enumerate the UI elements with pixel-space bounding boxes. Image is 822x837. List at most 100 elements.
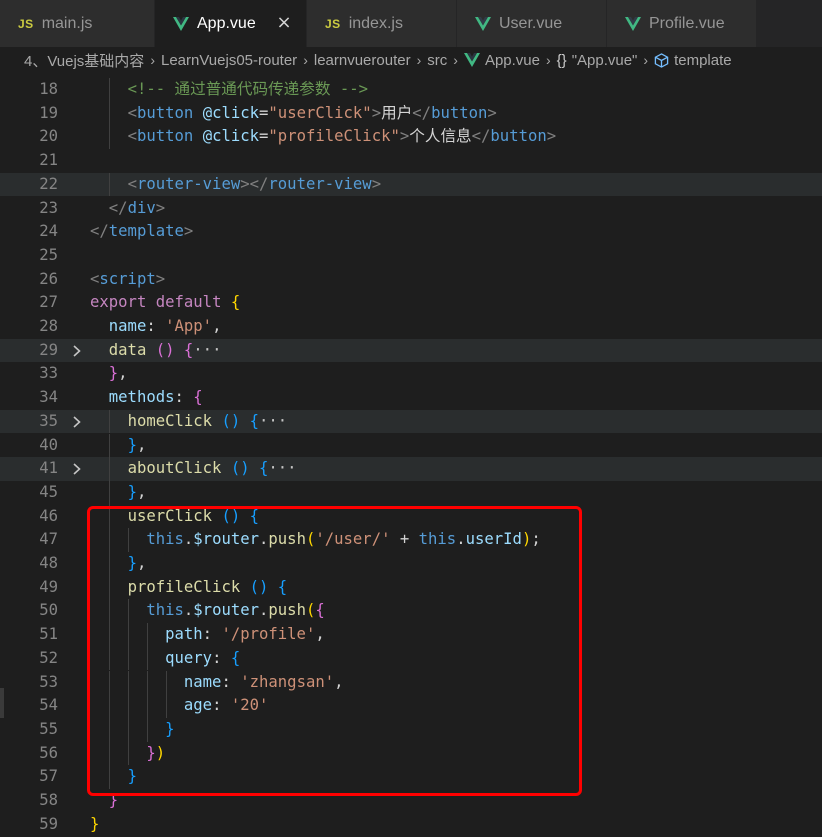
vue-file-icon: [173, 16, 189, 31]
code-editor[interactable]: 18 <!-- 通过普通代码传递参数 --> 19 <button @click=…: [0, 78, 822, 837]
code-line[interactable]: 46 userClick () {: [0, 504, 822, 529]
code-text: </div>: [108, 198, 166, 217]
code-line[interactable]: 19 <button @click="userClick">用户</button…: [0, 101, 822, 126]
vue-file-icon: [463, 53, 480, 67]
line-number: 24: [39, 222, 58, 241]
breadcrumb-item[interactable]: App.vue: [463, 52, 540, 69]
code-line[interactable]: 59}: [0, 813, 822, 837]
fold-chevron-icon[interactable]: [70, 457, 84, 481]
code-line[interactable]: 58 }: [0, 789, 822, 813]
breadcrumb-label: LearnVuejs05-router: [160, 51, 298, 69]
code-text: this.$router.push({: [146, 601, 325, 620]
code-text: <button @click="userClick">用户</button>: [127, 103, 497, 122]
code-line[interactable]: 21: [0, 149, 822, 173]
line-number: 47: [39, 530, 58, 549]
js-file-icon: JS: [18, 16, 34, 31]
tab-user-vue[interactable]: User.vue: [457, 0, 607, 47]
code-line[interactable]: 35 homeClick () {···: [0, 409, 822, 434]
code-line[interactable]: 18 <!-- 通过普通代码传递参数 -->: [0, 78, 822, 102]
code-line[interactable]: 50 this.$router.push({: [0, 599, 822, 624]
line-number: 34: [39, 388, 58, 407]
fold-chevron-icon[interactable]: [70, 339, 84, 363]
code-line[interactable]: 53 name: 'zhangsan',: [0, 670, 822, 695]
line-number: 48: [39, 554, 58, 572]
tab-label: User.vue: [499, 14, 563, 32]
code-line[interactable]: 41 aboutClick () {···: [0, 457, 822, 481]
chevron-right-icon: ›: [416, 52, 422, 68]
code-line[interactable]: 48 },: [0, 552, 822, 576]
tab-profile-vue[interactable]: Profile.vue: [607, 0, 757, 47]
breadcrumb-item[interactable]: LearnVuejs05-router: [161, 52, 297, 69]
code-line[interactable]: 40 },: [0, 433, 822, 458]
line-number: 22: [39, 174, 58, 193]
breadcrumb-item[interactable]: src: [427, 52, 447, 69]
code-line[interactable]: 33 },: [0, 362, 822, 386]
tab-main-js[interactable]: JS main.js: [0, 0, 155, 47]
code-line[interactable]: 55 }: [0, 717, 822, 742]
line-number: 54: [39, 696, 58, 715]
breadcrumb-item[interactable]: 4、Vuejs基础内容: [24, 50, 144, 71]
breadcrumb-item[interactable]: {} "App.vue": [557, 52, 638, 69]
code-line[interactable]: 26 <script>: [0, 268, 822, 292]
line-number: 26: [39, 269, 58, 288]
code-text: </template>: [90, 222, 194, 241]
code-text: data () {···: [108, 340, 222, 359]
vue-file-icon: [625, 16, 641, 31]
line-number: 25: [39, 245, 58, 264]
code-text: aboutClick () {···: [127, 459, 297, 478]
code-line[interactable]: 20 <button @click="profileClick">个人信息</b…: [0, 125, 822, 150]
code-line[interactable]: 23 </div>: [0, 197, 822, 221]
line-number: 49: [39, 577, 58, 596]
line-number: 23: [39, 198, 58, 217]
code-line[interactable]: 22 <router-view></router-view>: [0, 172, 822, 197]
tab-index-js[interactable]: JS index.js: [307, 0, 457, 47]
breadcrumb-item[interactable]: learnvuerouter: [314, 52, 411, 69]
code-line[interactable]: 25: [0, 244, 822, 268]
code-text: }: [127, 767, 137, 786]
close-icon[interactable]: ×: [274, 12, 294, 33]
breadcrumb-item[interactable]: template: [654, 52, 732, 69]
fold-chevron-icon[interactable]: [70, 410, 84, 434]
code-text: query: {: [165, 648, 241, 667]
breadcrumb: 4、Vuejs基础内容 › LearnVuejs05-router › learnvue…: [0, 47, 822, 73]
js-file-icon: JS: [325, 16, 341, 31]
code-line[interactable]: 57 }: [0, 765, 822, 789]
line-number: 53: [39, 672, 58, 691]
code-line[interactable]: 27 export default {: [0, 291, 822, 315]
code-line[interactable]: 54 age: '20': [0, 694, 822, 718]
line-number: 52: [39, 648, 58, 667]
code-line[interactable]: 51 path: '/profile',: [0, 623, 822, 647]
code-line[interactable]: 56 }): [0, 741, 822, 766]
code-line[interactable]: 34 methods: {: [0, 386, 822, 410]
code-line[interactable]: 29 data () {···: [0, 338, 822, 363]
code-line[interactable]: 47 this.$router.push('/user/' + this.use…: [0, 528, 822, 552]
code-text: this.$router.push('/user/' + this.userId…: [146, 530, 541, 549]
code-text: profileClick () {: [127, 577, 288, 596]
tab-label: main.js: [41, 14, 93, 32]
code-text: },: [127, 435, 147, 454]
line-number: 57: [39, 767, 58, 786]
cube-icon: [654, 52, 669, 68]
tab-app-vue[interactable]: App.vue ×: [155, 0, 307, 47]
code-text: name: 'App',: [108, 317, 222, 335]
line-number: 51: [39, 625, 58, 644]
chevron-right-icon: ›: [150, 52, 155, 68]
code-line[interactable]: 52 query: {: [0, 646, 822, 671]
code-text: name: 'zhangsan',: [183, 672, 344, 691]
chevron-right-icon: ›: [303, 52, 308, 68]
code-text: }: [90, 814, 100, 833]
code-line[interactable]: 28 name: 'App',: [0, 315, 822, 339]
line-number: 40: [39, 435, 58, 454]
code-text: <button @click="profileClick">个人信息</butt…: [127, 127, 557, 146]
tab-label: index.js: [348, 14, 403, 32]
code-text: }: [165, 719, 175, 738]
chevron-right-icon: ›: [545, 52, 551, 68]
line-number: 28: [39, 317, 58, 335]
code-line[interactable]: 49 profileClick () {: [0, 575, 822, 600]
line-number: 29: [39, 340, 58, 359]
chevron-right-icon: ›: [453, 52, 458, 68]
code-line[interactable]: 45 },: [0, 480, 822, 505]
code-line[interactable]: 24 </template>: [0, 220, 822, 244]
code-text: homeClick () {···: [127, 411, 288, 430]
code-text: methods: {: [108, 388, 203, 407]
